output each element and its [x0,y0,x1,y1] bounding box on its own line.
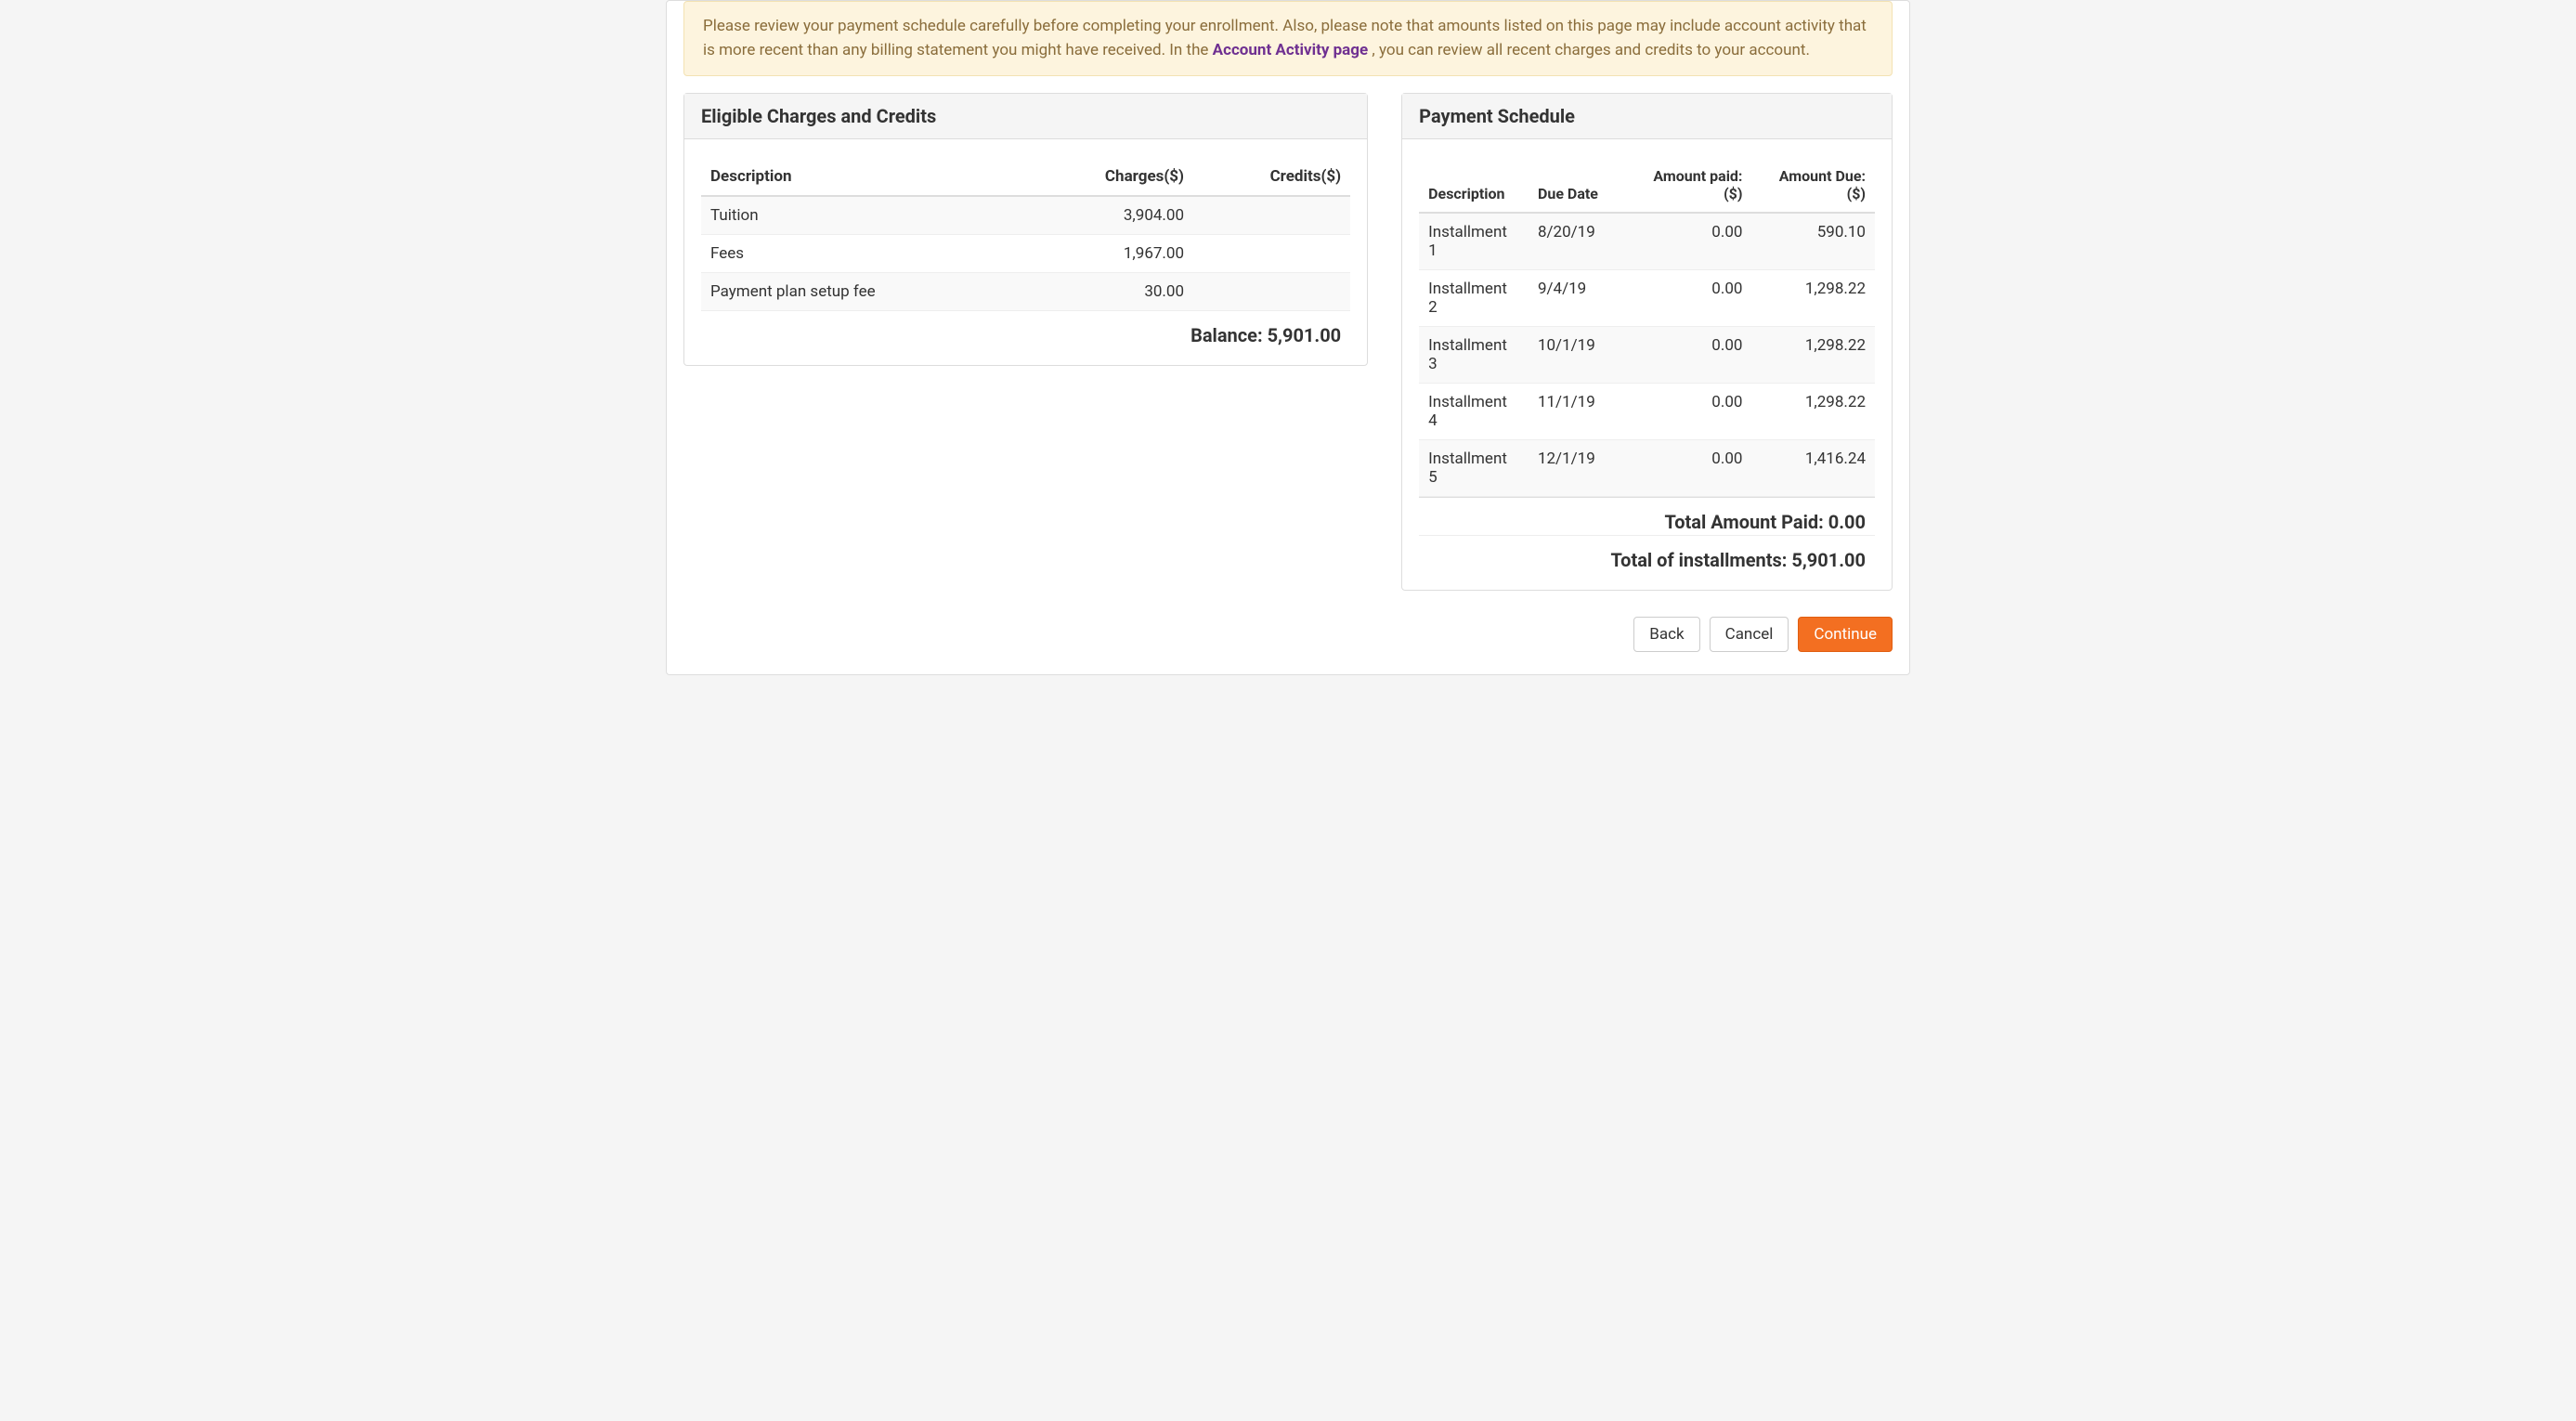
credit-amount [1193,273,1350,311]
table-row: Tuition 3,904.00 [701,196,1350,235]
installment-amount-paid: 0.00 [1629,213,1752,270]
total-installments: Total of installments: 5,901.00 [1419,535,1875,573]
charges-header-description: Description [701,158,1022,196]
installment-description: Installment 3 [1419,327,1529,384]
credit-amount [1193,196,1350,235]
page-wrapper: Please review your payment schedule care… [666,0,1910,675]
table-row: Fees 1,967.00 [701,235,1350,273]
installment-amount-due: 590.10 [1751,213,1875,270]
installment-description: Installment 4 [1419,384,1529,440]
schedule-header-description: Description [1419,158,1529,213]
charge-amount: 3,904.00 [1022,196,1193,235]
charge-amount: 30.00 [1022,273,1193,311]
cancel-button[interactable]: Cancel [1710,617,1789,652]
credit-amount [1193,235,1350,273]
table-row: Installment 1 8/20/19 0.00 590.10 [1419,213,1875,270]
back-button[interactable]: Back [1633,617,1699,652]
balance-total: Balance: 5,901.00 [701,311,1350,348]
charges-header-charges: Charges($) [1022,158,1193,196]
account-activity-link[interactable]: Account Activity page [1213,41,1369,59]
charges-tbody: Tuition 3,904.00 Fees 1,967.00 Payment p… [701,196,1350,311]
charge-description: Tuition [701,196,1022,235]
total-amount-paid: Total Amount Paid: 0.00 [1419,497,1875,535]
notice-banner: Please review your payment schedule care… [683,1,1893,76]
installment-amount-paid: 0.00 [1629,440,1752,497]
installment-amount-due: 1,298.22 [1751,384,1875,440]
installment-description: Installment 1 [1419,213,1529,270]
table-row: Payment plan setup fee 30.00 [701,273,1350,311]
schedule-panel: Payment Schedule Description Due Date Am… [1401,93,1893,591]
installment-amount-due: 1,298.22 [1751,270,1875,327]
installment-amount-paid: 0.00 [1629,270,1752,327]
schedule-header-amount-due: Amount Due: ($) [1751,158,1875,213]
schedule-panel-body: Description Due Date Amount paid: ($) Am… [1402,139,1892,590]
installment-due-date: 9/4/19 [1529,270,1629,327]
installment-description: Installment 2 [1419,270,1529,327]
schedule-panel-title: Payment Schedule [1402,94,1892,139]
charges-panel-title: Eligible Charges and Credits [684,94,1367,139]
schedule-table: Description Due Date Amount paid: ($) Am… [1419,158,1875,497]
schedule-tbody: Installment 1 8/20/19 0.00 590.10 Instal… [1419,213,1875,497]
installment-due-date: 10/1/19 [1529,327,1629,384]
notice-text-after: , you can review all recent charges and … [1368,41,1810,59]
installment-amount-due: 1,298.22 [1751,327,1875,384]
charge-amount: 1,967.00 [1022,235,1193,273]
installment-amount-due: 1,416.24 [1751,440,1875,497]
installment-amount-paid: 0.00 [1629,327,1752,384]
installment-due-date: 11/1/19 [1529,384,1629,440]
charge-description: Fees [701,235,1022,273]
charges-panel: Eligible Charges and Credits Description… [683,93,1368,366]
installment-amount-paid: 0.00 [1629,384,1752,440]
table-row: Installment 5 12/1/19 0.00 1,416.24 [1419,440,1875,497]
panels-container: Eligible Charges and Credits Description… [667,93,1909,604]
installment-description: Installment 5 [1419,440,1529,497]
button-bar: Back Cancel Continue [667,604,1909,674]
continue-button[interactable]: Continue [1798,617,1893,652]
table-row: Installment 3 10/1/19 0.00 1,298.22 [1419,327,1875,384]
schedule-header-due-date: Due Date [1529,158,1629,213]
charges-header-credits: Credits($) [1193,158,1350,196]
schedule-header-amount-paid: Amount paid: ($) [1629,158,1752,213]
installment-due-date: 12/1/19 [1529,440,1629,497]
table-row: Installment 2 9/4/19 0.00 1,298.22 [1419,270,1875,327]
charges-panel-body: Description Charges($) Credits($) Tuitio… [684,139,1367,365]
charges-table: Description Charges($) Credits($) Tuitio… [701,158,1350,311]
table-row: Installment 4 11/1/19 0.00 1,298.22 [1419,384,1875,440]
charge-description: Payment plan setup fee [701,273,1022,311]
installment-due-date: 8/20/19 [1529,213,1629,270]
